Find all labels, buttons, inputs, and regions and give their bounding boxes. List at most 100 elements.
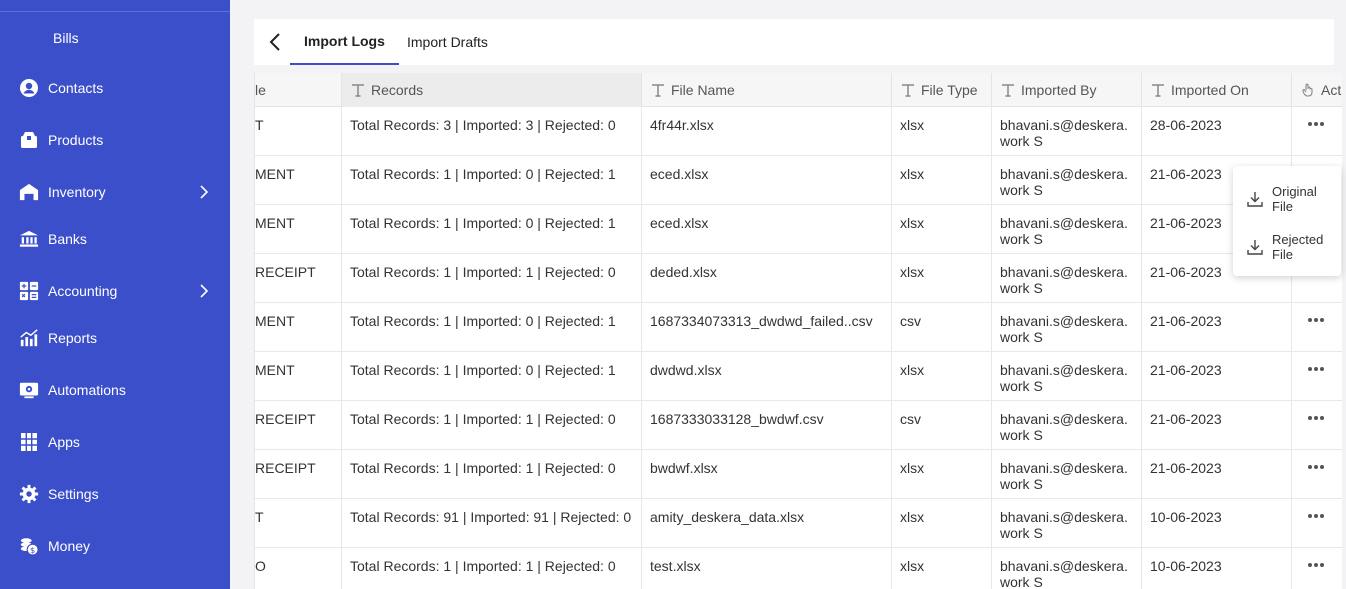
- column-header-imported-by[interactable]: Imported By: [992, 73, 1142, 107]
- cell-file-name: 1687333033128_bwdwf.csv: [642, 401, 892, 450]
- cell-records: Total Records: 1 | Imported: 0 | Rejecte…: [342, 352, 642, 401]
- cell-module: T: [255, 499, 342, 548]
- chevron-left-icon: [269, 33, 280, 51]
- text-type-icon: [1152, 84, 1164, 97]
- cell-actions: [1292, 352, 1342, 401]
- sidebar-item-inventory[interactable]: Inventory: [0, 172, 230, 212]
- column-header-actions[interactable]: Act: [1292, 73, 1342, 107]
- sidebar-item-bills[interactable]: Bills: [0, 18, 230, 58]
- column-header-imported-on[interactable]: Imported On: [1142, 73, 1292, 107]
- cell-records: Total Records: 91 | Imported: 91 | Rejec…: [342, 499, 642, 548]
- warehouse-icon: [19, 182, 39, 202]
- cell-file-name: eced.xlsx: [642, 205, 892, 254]
- more-actions-icon[interactable]: [1307, 415, 1325, 421]
- cell-file-type: xlsx: [892, 450, 992, 499]
- tab-bar: Import Logs Import Drafts: [254, 19, 1334, 65]
- cell-file-name: test.xlsx: [642, 548, 892, 589]
- cell-imported-by: bhavani.s@deskera.work S: [992, 450, 1142, 499]
- sidebar-item-accounting[interactable]: Accounting: [0, 271, 230, 311]
- sidebar-item-contacts[interactable]: Contacts: [0, 68, 230, 108]
- sidebar-item-settings[interactable]: Settings: [0, 474, 230, 514]
- cell-module: RECEIPT: [255, 401, 342, 450]
- cell-file-type: csv: [892, 303, 992, 352]
- tab-label: Import Drafts: [407, 34, 488, 50]
- column-header-file-type[interactable]: File Type: [892, 73, 992, 107]
- download-rejected-file-option[interactable]: Rejected File: [1233, 226, 1341, 266]
- back-button[interactable]: [264, 31, 286, 53]
- table-row: MENT Total Records: 1 | Imported: 0 | Rej…: [255, 156, 1342, 205]
- column-header-module[interactable]: le: [255, 73, 342, 107]
- column-header-label: File Name: [671, 82, 735, 98]
- chevron-right-icon[interactable]: [196, 283, 212, 299]
- sidebar-item-label: Automations: [48, 382, 126, 398]
- cell-actions: [1292, 303, 1342, 352]
- text-type-icon: [902, 84, 914, 97]
- more-actions-icon[interactable]: [1307, 513, 1325, 519]
- table-row: O Total Records: 1 | Imported: 1 | Reject…: [255, 548, 1342, 589]
- cell-file-name: bwdwf.xlsx: [642, 450, 892, 499]
- more-actions-icon[interactable]: [1307, 366, 1325, 372]
- cell-imported-on: 21-06-2023: [1142, 303, 1292, 352]
- cell-imported-on: 21-06-2023: [1142, 352, 1292, 401]
- cell-imported-by: bhavani.s@deskera.work S: [992, 254, 1142, 303]
- column-header-label: Records: [371, 82, 424, 98]
- sidebar-item-reports[interactable]: Reports: [0, 318, 230, 358]
- sidebar-item-banks[interactable]: Banks: [0, 219, 230, 259]
- more-actions-icon[interactable]: [1307, 317, 1325, 323]
- cell-file-type: xlsx: [892, 107, 992, 156]
- cell-file-name: eced.xlsx: [642, 156, 892, 205]
- cell-records: Total Records: 1 | Imported: 0 | Rejecte…: [342, 303, 642, 352]
- sidebar-item-apps[interactable]: Apps: [0, 422, 230, 462]
- table-row: T Total Records: 91 | Imported: 91 | Reje…: [255, 499, 1342, 548]
- cell-file-type: xlsx: [892, 352, 992, 401]
- cell-module: RECEIPT: [255, 254, 342, 303]
- column-header-file-name[interactable]: File Name: [642, 73, 892, 107]
- column-header-label: File Type: [921, 82, 978, 98]
- cell-imported-on: 21-06-2023: [1142, 450, 1292, 499]
- cell-records: Total Records: 1 | Imported: 1 | Rejecte…: [342, 548, 642, 589]
- cell-records: Total Records: 1 | Imported: 0 | Rejecte…: [342, 156, 642, 205]
- contact-icon: [19, 78, 39, 98]
- cell-imported-by: bhavani.s@deskera.work S: [992, 499, 1142, 548]
- column-header-label: Imported On: [1171, 82, 1249, 98]
- cell-file-type: csv: [892, 401, 992, 450]
- cell-actions: [1292, 401, 1342, 450]
- automation-icon: [19, 380, 39, 400]
- cell-imported-on: 21-06-2023: [1142, 401, 1292, 450]
- sidebar-item-label: Reports: [48, 330, 98, 346]
- cell-imported-by: bhavani.s@deskera.work S: [992, 303, 1142, 352]
- sidebar-item-money[interactable]: $ Money: [0, 526, 230, 566]
- table-row: T Total Records: 3 | Imported: 3 | Reject…: [255, 107, 1342, 156]
- cell-file-type: xlsx: [892, 548, 992, 589]
- sidebar-item-label: Accounting: [48, 283, 118, 299]
- download-original-file-option[interactable]: Original File: [1233, 178, 1341, 218]
- cell-records: Total Records: 1 | Imported: 1 | Rejecte…: [342, 401, 642, 450]
- more-actions-icon[interactable]: [1307, 121, 1325, 127]
- cell-records: Total Records: 1 | Imported: 1 | Rejecte…: [342, 254, 642, 303]
- box-icon: [19, 130, 39, 150]
- text-type-icon: [1002, 84, 1014, 97]
- cell-records: Total Records: 1 | Imported: 0 | Rejecte…: [342, 205, 642, 254]
- cell-file-name: amity_deskera_data.xlsx: [642, 499, 892, 548]
- sidebar-item-label: Apps: [48, 434, 80, 450]
- menu-item-label: Original File: [1272, 184, 1317, 214]
- sidebar-item-label: Bills: [53, 30, 79, 46]
- cell-imported-on: 10-06-2023: [1142, 548, 1292, 589]
- more-actions-icon[interactable]: [1307, 464, 1325, 470]
- column-header-label: Imported By: [1021, 82, 1097, 98]
- table-header: le Records File Name File Type Imported …: [255, 73, 1342, 107]
- more-actions-icon[interactable]: [1307, 562, 1325, 568]
- chevron-right-icon[interactable]: [196, 184, 212, 200]
- column-header-records[interactable]: Records: [342, 73, 642, 107]
- sidebar-item-label: Products: [48, 132, 104, 148]
- svg-text:$: $: [30, 545, 35, 555]
- sidebar-item-automations[interactable]: Automations: [0, 370, 230, 410]
- sidebar-item-products[interactable]: Products: [0, 120, 230, 160]
- tab-import-drafts[interactable]: Import Drafts: [407, 19, 488, 65]
- tab-import-logs[interactable]: Import Logs: [290, 19, 399, 65]
- cell-imported-by: bhavani.s@deskera.work S: [992, 352, 1142, 401]
- cell-records: Total Records: 3 | Imported: 3 | Rejecte…: [342, 107, 642, 156]
- sidebar-item-label: Inventory: [48, 184, 106, 200]
- import-logs-table: le Records File Name File Type Imported …: [254, 73, 1342, 589]
- column-header-label: Act: [1321, 82, 1342, 98]
